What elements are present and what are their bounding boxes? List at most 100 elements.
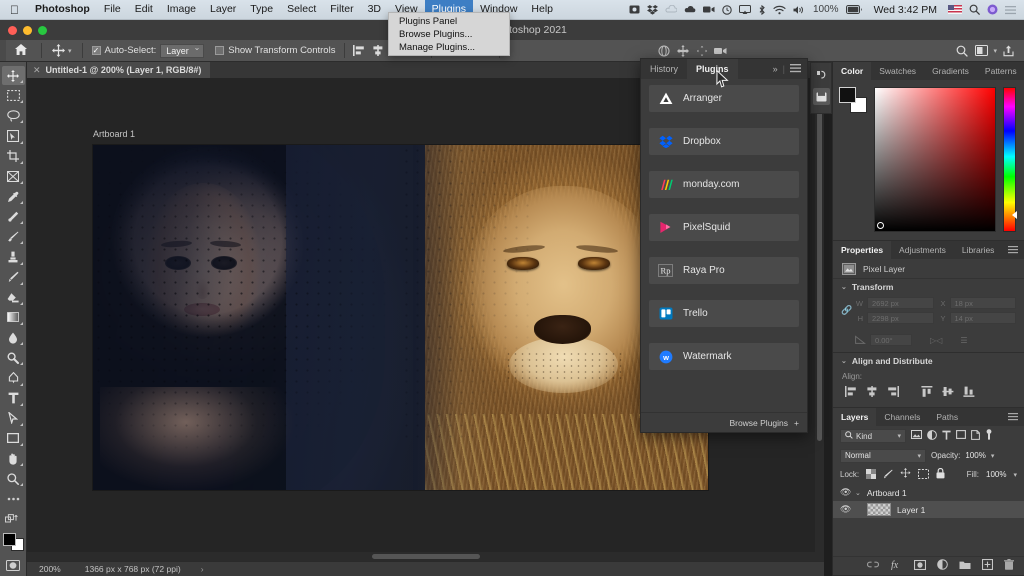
menu-item-plugins-panel[interactable]: Plugins Panel	[389, 15, 509, 28]
color-picker-handle[interactable]	[877, 222, 884, 229]
spotlight-icon[interactable]	[969, 4, 980, 15]
align-top-icon[interactable]	[921, 386, 933, 400]
visibility-eye-icon[interactable]: 👁	[840, 487, 851, 498]
plugin-item-pixelsquid[interactable]: PixelSquid	[649, 214, 799, 241]
tab-properties[interactable]: Properties	[833, 241, 892, 259]
menu-select[interactable]: Select	[280, 0, 323, 19]
tab-gradients[interactable]: Gradients	[924, 62, 977, 80]
crop-tool[interactable]	[2, 147, 25, 166]
bluetooth-icon[interactable]	[758, 4, 766, 15]
apple-icon[interactable]: 	[0, 4, 28, 16]
panel-menu-icon[interactable]	[790, 63, 801, 75]
filter-kind-dropdown[interactable]: Kind ▾	[840, 429, 906, 443]
volume-icon[interactable]	[793, 5, 806, 15]
menu-file[interactable]: File	[97, 0, 128, 19]
search-icon[interactable]	[953, 42, 970, 59]
align-center-h-icon[interactable]	[866, 386, 878, 400]
adjustment-filter-icon[interactable]	[927, 429, 937, 443]
lock-transparency-icon[interactable]	[866, 468, 877, 481]
chevron-down-icon[interactable]: ▾	[991, 452, 995, 460]
menu-filter[interactable]: Filter	[323, 0, 360, 19]
tab-channels[interactable]: Channels	[876, 408, 928, 426]
foreground-color-swatch[interactable]	[2, 532, 16, 546]
quick-mask-icon[interactable]	[2, 556, 25, 575]
menu-3d[interactable]: 3D	[361, 0, 388, 19]
plugin-item-trello[interactable]: Trello	[649, 300, 799, 327]
notes-icon[interactable]	[812, 88, 830, 105]
layer-row-artboard[interactable]: 👁 ⌄ Artboard 1	[833, 484, 1024, 501]
plus-icon[interactable]: +	[794, 418, 799, 428]
document-tab[interactable]: ✕ Untitled-1 @ 200% (Layer 1, RGB/8#)	[27, 62, 211, 78]
color-swatches[interactable]	[839, 87, 867, 113]
workspace-icon[interactable]	[973, 42, 990, 59]
close-icon[interactable]: ✕	[33, 65, 41, 76]
object-selection-tool[interactable]	[2, 126, 25, 145]
siri-icon[interactable]	[987, 4, 998, 15]
chevron-down-icon[interactable]: ⌄	[841, 357, 847, 365]
browse-plugins-label[interactable]: Browse Plugins	[729, 418, 788, 428]
width-field[interactable]: 2692 px	[867, 297, 934, 309]
display-icon[interactable]	[629, 5, 640, 15]
scrollbar-thumb[interactable]	[817, 86, 822, 441]
control-center-icon[interactable]	[1005, 5, 1016, 15]
smart-object-filter-icon[interactable]	[971, 429, 980, 443]
frame-tool[interactable]	[2, 167, 25, 186]
tab-layers[interactable]: Layers	[833, 408, 877, 426]
layer-mask-icon[interactable]	[913, 559, 927, 573]
wifi-icon[interactable]	[773, 5, 786, 15]
plugin-item-monday[interactable]: monday.com	[649, 171, 799, 198]
chevron-down-icon[interactable]: ⌄	[841, 283, 847, 291]
rectangular-marquee-tool[interactable]	[2, 86, 25, 105]
camera-3d-icon[interactable]	[712, 42, 729, 59]
airplay-icon[interactable]	[739, 4, 751, 15]
menu-image[interactable]: Image	[160, 0, 203, 19]
menu-item-browse-plugins[interactable]: Browse Plugins...	[389, 28, 509, 41]
panel-menu-icon[interactable]	[1008, 241, 1024, 259]
tab-swatches[interactable]: Swatches	[871, 62, 924, 80]
gradient-tool[interactable]	[2, 308, 25, 327]
chevron-down-icon[interactable]: ▾	[993, 47, 997, 55]
eyedropper-tool[interactable]	[2, 187, 25, 206]
zoom-level[interactable]: 200%	[27, 564, 71, 574]
hue-slider-handle[interactable]	[1012, 211, 1017, 219]
checkbox-mark[interactable]	[215, 46, 225, 55]
show-transform-controls-checkbox[interactable]: Show Transform Controls	[211, 45, 339, 56]
plugin-item-watermark[interactable]: w Watermark	[649, 343, 799, 370]
x-field[interactable]: 18 px	[949, 297, 1016, 309]
delete-layer-icon[interactable]	[1004, 559, 1014, 573]
rectangle-tool[interactable]	[2, 429, 25, 448]
tab-paths[interactable]: Paths	[928, 408, 966, 426]
swap-colors-icon[interactable]	[2, 509, 25, 528]
link-layers-icon[interactable]	[866, 560, 880, 572]
adjustment-layer-icon[interactable]	[937, 559, 948, 573]
panel-menu-icon[interactable]	[1008, 408, 1024, 426]
close-button[interactable]	[8, 25, 17, 35]
align-bottom-icon[interactable]	[963, 386, 975, 400]
artboard[interactable]	[93, 145, 708, 490]
lock-all-icon[interactable]	[936, 467, 945, 481]
history-brush-icon[interactable]	[813, 67, 830, 84]
lasso-tool[interactable]	[2, 106, 25, 125]
chevron-down-icon[interactable]: ⌄	[855, 489, 861, 497]
chevron-right-icon[interactable]: ›	[181, 564, 204, 574]
brush-tool[interactable]	[2, 227, 25, 246]
shape-filter-icon[interactable]	[956, 430, 966, 442]
current-tool-move-icon[interactable]: ▾	[47, 44, 77, 57]
clock-icon[interactable]	[722, 4, 732, 15]
type-filter-icon[interactable]	[942, 430, 951, 443]
toggle-filter-icon[interactable]	[985, 429, 993, 443]
menu-edit[interactable]: Edit	[128, 0, 160, 19]
canvas-vertical-scrollbar[interactable]	[815, 78, 824, 561]
opacity-value[interactable]: 100%	[965, 451, 985, 460]
pixel-filter-icon[interactable]	[911, 430, 922, 442]
canvas-horizontal-scrollbar[interactable]	[27, 552, 824, 561]
tab-adjustments[interactable]: Adjustments	[891, 241, 954, 259]
tab-libraries[interactable]: Libraries	[954, 241, 1003, 259]
angle-field[interactable]: 0.00°	[870, 334, 912, 346]
weather-icon[interactable]	[665, 5, 677, 14]
link-icon[interactable]: 🔗	[841, 305, 852, 316]
transform-section-header[interactable]: ⌄ Transform	[833, 279, 1024, 295]
edit-toolbar-button[interactable]	[2, 489, 25, 508]
3d-mode-icon[interactable]	[655, 42, 672, 59]
foreground-color-swatch[interactable]	[839, 87, 856, 103]
